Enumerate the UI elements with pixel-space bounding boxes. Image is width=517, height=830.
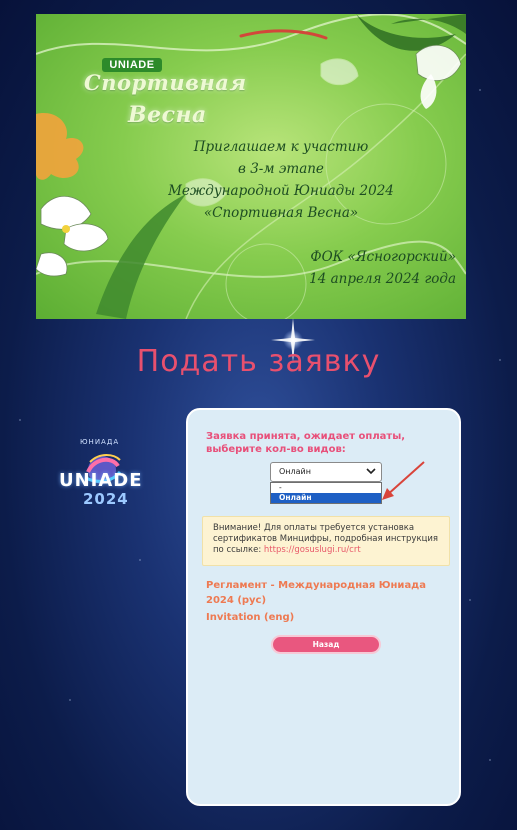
type-count-select[interactable]: Онлайн (270, 462, 382, 482)
status-message: Заявка принята, ожидает оплаты, выберите… (206, 431, 406, 455)
chevron-down-icon (366, 468, 376, 475)
side-logo-year: 2024 (83, 490, 129, 508)
side-logo-name: UNIADE (59, 470, 143, 491)
banner-date: 14 апреля 2024 года (309, 271, 456, 287)
banner-venue-block: ФОК «Ясногорский» 14 апреля 2024 года (276, 246, 456, 290)
banner-invitation-text: Приглашаем к участию в 3-м этапе Междуна… (136, 136, 426, 224)
dropdown-option-empty[interactable]: - (271, 483, 381, 493)
side-logo-small-text: ЮНИАДА (80, 438, 120, 446)
regulation-link[interactable]: Регламент - Международная Юниада 2024 (р… (206, 578, 446, 608)
application-form-card: Заявка принята, ожидает оплаты, выберите… (186, 408, 461, 806)
annotation-arrow-icon (382, 461, 425, 500)
select-value: Онлайн (279, 467, 311, 476)
banner-invite-line: «Спортивная Весна» (203, 205, 359, 221)
gosuslugi-link[interactable]: https://gosuslugi.ru/crt (264, 545, 361, 555)
event-banner: UNIADE Спортивная Весна Приглашаем к уча… (36, 14, 466, 319)
banner-title-line2: Весна (128, 102, 207, 128)
banner-invite-line: Международной Юниады 2024 (168, 183, 394, 199)
banner-invite-line: Приглашаем к участию (193, 139, 369, 155)
select-dropdown-list: - Онлайн (270, 482, 382, 504)
banner-title-line1: Спортивная (84, 70, 247, 95)
page-title: Подать заявку (136, 344, 381, 379)
banner-invite-line: в 3-м этапе (238, 161, 324, 177)
invitation-link[interactable]: Invitation (eng) (206, 612, 294, 623)
payment-notice: Внимание! Для оплаты требуется установка… (202, 516, 450, 566)
back-button[interactable]: Назад (271, 635, 381, 654)
banner-venue: ФОК «Ясногорский» (310, 249, 456, 265)
uniade-2024-logo: ЮНИАДА UNIADE 2024 (56, 432, 160, 512)
dropdown-option-online[interactable]: Онлайн (271, 493, 381, 503)
